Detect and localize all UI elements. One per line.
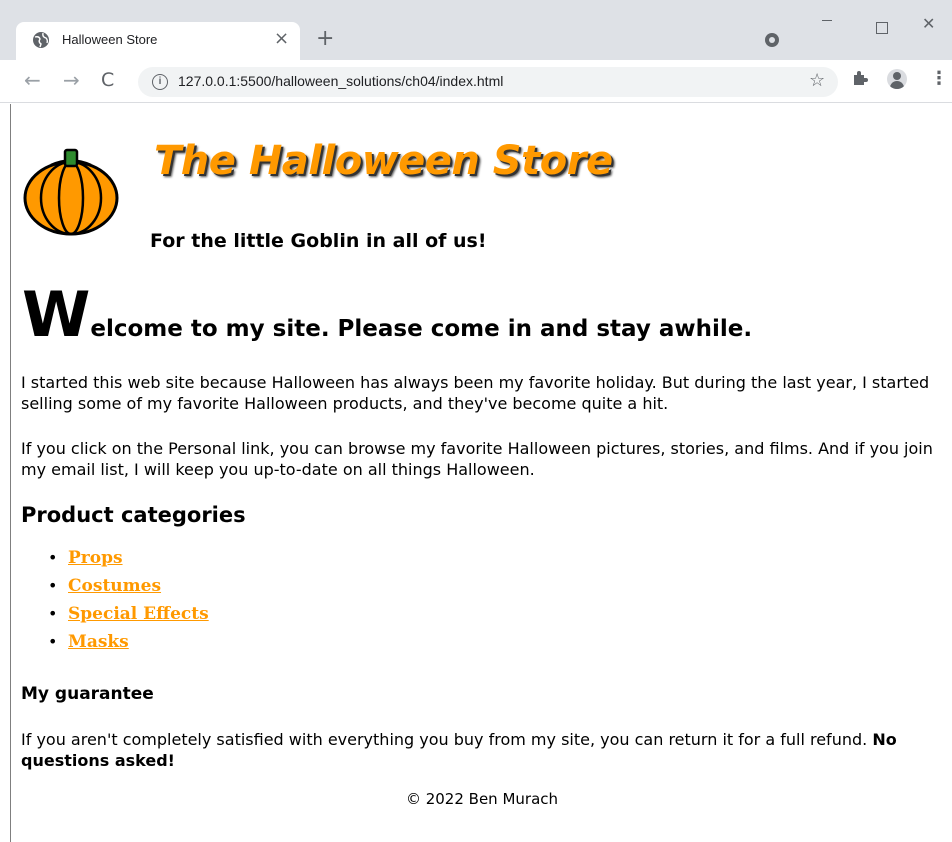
category-link-masks[interactable]: Masks [68, 632, 129, 652]
tagline: For the little Goblin in all of us! [150, 230, 487, 252]
url-text[interactable]: 127.0.0.1:5500/halloween_solutions/ch04/… [178, 73, 503, 89]
tab-title: Halloween Store [62, 32, 158, 47]
list-item: Props [28, 548, 209, 576]
extensions-puzzle-icon[interactable] [852, 70, 868, 86]
browser-tab[interactable]: Halloween Store × [16, 22, 300, 60]
browser-chrome: Halloween Store × + ✕ ← → C i 127.0.0.1:… [0, 0, 952, 103]
reload-icon[interactable]: C [101, 69, 114, 91]
kebab-menu-icon[interactable]: ⋮ [930, 68, 948, 89]
browser-toolbar: ← → C i 127.0.0.1:5500/halloween_solutio… [0, 60, 952, 103]
tab-close-icon[interactable]: × [274, 28, 289, 49]
pumpkin-logo [23, 148, 119, 236]
category-link-special-effects[interactable]: Special Effects [68, 604, 209, 624]
welcome-heading: Welcome to my site. Please come in and s… [22, 284, 752, 346]
guarantee-heading: My guarantee [21, 684, 154, 704]
bookmark-star-icon[interactable]: ☆ [809, 70, 825, 91]
category-link-props[interactable]: Props [68, 548, 123, 568]
forward-arrow-icon[interactable]: → [63, 68, 80, 92]
new-tab-button[interactable]: + [316, 26, 334, 51]
welcome-dropcap: W [22, 278, 91, 351]
page-content: The Halloween Store For the little Gobli… [10, 104, 952, 842]
footer-copyright: © 2022 Ben Murach [405, 790, 559, 808]
list-item: Costumes [28, 576, 209, 604]
list-item: Special Effects [28, 604, 209, 632]
personal-paragraph: If you click on the Personal link, you c… [21, 439, 933, 479]
category-link-costumes[interactable]: Costumes [68, 576, 161, 596]
categories-list: Props Costumes Special Effects Masks [28, 548, 209, 660]
info-icon[interactable]: i [152, 74, 168, 90]
store-title: The Halloween Store [154, 138, 613, 184]
list-item: Masks [28, 632, 209, 660]
guarantee-text: If you aren't completely satisfied with … [21, 730, 868, 749]
window-close-icon[interactable]: ✕ [922, 14, 935, 33]
categories-heading: Product categories [21, 503, 246, 527]
address-bar[interactable]: i 127.0.0.1:5500/halloween_solutions/ch0… [138, 67, 838, 97]
intro-paragraph: I started this web site because Hallowee… [21, 373, 930, 413]
guarantee-paragraph: If you aren't completely satisfied with … [21, 729, 952, 771]
title-bar: Halloween Store × + ✕ [0, 0, 952, 60]
media-control-icon[interactable] [765, 33, 779, 47]
maximize-icon[interactable] [876, 22, 888, 34]
back-arrow-icon[interactable]: ← [24, 68, 41, 92]
minimize-icon[interactable] [822, 20, 832, 21]
globe-icon [33, 32, 49, 48]
profile-avatar-icon[interactable] [887, 69, 907, 89]
welcome-text: elcome to my site. Please come in and st… [90, 316, 753, 342]
